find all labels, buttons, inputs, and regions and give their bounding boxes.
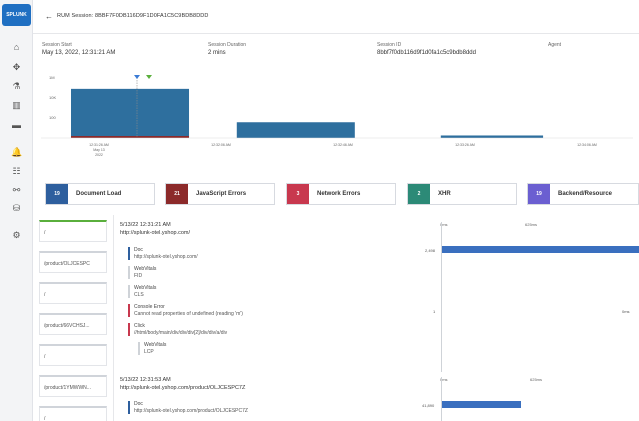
page-list-item[interactable]: / xyxy=(39,344,107,366)
legend-js-errors[interactable]: 21 JavaScript Errors xyxy=(165,183,275,205)
legend-label: JavaScript Errors xyxy=(196,191,247,197)
event-color-bar xyxy=(128,323,130,336)
waterfall-bar[interactable] xyxy=(442,246,639,253)
x-tick-label: 12:32:46 AM xyxy=(333,143,353,147)
y-tick-label: 1M xyxy=(49,75,55,80)
legend-label: Backend/Resource xyxy=(558,191,613,197)
event-console-error[interactable]: Console Error Cannot read properties of … xyxy=(128,304,243,317)
event-click[interactable]: Click //html/body/main/div/div/div[2]/di… xyxy=(128,323,243,336)
bell-icon[interactable]: 🔔 xyxy=(11,147,22,158)
legend-network-errors[interactable]: 3 Network Errors xyxy=(286,183,396,205)
y-tick-label: 10K xyxy=(49,95,56,100)
x-tick-label: 12:34:06 AM xyxy=(577,143,597,147)
waterfall-value: 1 xyxy=(433,309,436,314)
page-list: / /product/OLJCESPC / /product/66VCHSJ..… xyxy=(39,220,107,421)
session-duration: Session Duration 2 mins xyxy=(208,42,247,56)
page-list-item[interactable]: / xyxy=(39,220,107,242)
waterfall-axis: 0ms 625ms xyxy=(440,377,543,382)
legend-count: 2 xyxy=(408,184,430,204)
page-title: RUM Session: 8BBF7F0DB116D9F1D0FA1C5C9BD… xyxy=(57,13,209,19)
timeline-bar[interactable] xyxy=(440,135,544,138)
page-time: 5/13/22 12:31:53 AM xyxy=(120,377,171,383)
grid-icon[interactable]: ☷ xyxy=(11,166,22,177)
column-divider xyxy=(113,215,114,421)
event-webvitals[interactable]: WebVitals FID xyxy=(128,266,243,279)
legend-label: XHR xyxy=(438,191,451,197)
back-button[interactable]: ← xyxy=(45,12,53,21)
legend-count: 21 xyxy=(166,184,188,204)
y-tick-label: 100 xyxy=(49,115,56,120)
timeline-bar[interactable] xyxy=(236,122,355,138)
event-color-bar xyxy=(128,401,130,414)
legend-backend-resource[interactable]: 19 Backend/Resource xyxy=(527,183,639,205)
legend-document-load[interactable]: 19 Document Load xyxy=(45,183,155,205)
x-tick-label: 12:33:26 AM xyxy=(455,143,475,147)
event-list: Doc http://splunk-otel.yshop.com/ WebVit… xyxy=(128,247,243,361)
page-block-header: 5/13/22 12:31:53 AM http://splunk-otel.y… xyxy=(120,377,245,391)
page-list-item[interactable]: / xyxy=(39,406,107,421)
event-doc[interactable]: Doc http://splunk-otel.yshop.com/product… xyxy=(128,401,248,414)
page-list-item[interactable]: / xyxy=(39,282,107,304)
x-tick-label: 2022 xyxy=(95,153,103,157)
legend-count: 3 xyxy=(287,184,309,204)
database-icon[interactable]: ⛁ xyxy=(11,203,22,214)
compass-icon[interactable]: ✥ xyxy=(11,62,22,73)
session-id: Session ID 8bbf7f0db116d9f1d0fa1c5c9bdb8… xyxy=(377,42,476,56)
page-list-item[interactable]: /product/OLJCESPC xyxy=(39,251,107,273)
home-icon[interactable]: ⌂ xyxy=(11,42,22,53)
event-color-bar xyxy=(128,266,130,279)
app-logo[interactable]: SPLUNK xyxy=(2,4,31,26)
event-doc[interactable]: Doc http://splunk-otel.yshop.com/ xyxy=(128,247,243,260)
nav-rail: SPLUNK ⌂ ✥ ⚗ ▥ ▬ 🔔 ☷ ⚯ ⛁ ⚙ xyxy=(0,0,33,421)
building-icon[interactable]: ▥ xyxy=(11,100,22,111)
waterfall-value: 2,498 xyxy=(425,248,436,253)
legend-count: 19 xyxy=(46,184,68,204)
event-color-bar xyxy=(138,342,140,355)
flask-icon[interactable]: ⚗ xyxy=(11,81,22,92)
page-block-header: 5/13/22 12:31:21 AM http://splunk-otel.y… xyxy=(120,222,190,236)
waterfall-value: 0ms xyxy=(622,309,630,314)
x-tick-label: 12:32:06 AM xyxy=(211,143,231,147)
timeline-svg: 1M 10K 100 12:31:26 AMMay 132022 12:32:06 A… xyxy=(41,75,633,157)
event-color-bar xyxy=(128,285,130,298)
page-time: 5/13/22 12:31:21 AM xyxy=(120,222,171,228)
page-url[interactable]: http://splunk-otel.yshop.com/product/OLJ… xyxy=(120,385,245,391)
session-start: Session Start May 13, 2022, 12:31:21 AM xyxy=(42,42,116,56)
waterfall-value: 41,890 xyxy=(422,403,435,408)
cursor-marker[interactable] xyxy=(134,75,140,79)
event-webvitals[interactable]: WebVitals CLS xyxy=(128,285,243,298)
gear-icon[interactable]: ⚙ xyxy=(11,230,22,241)
page-list-item[interactable]: /product/66VCHSJ... xyxy=(39,313,107,335)
legend-count: 19 xyxy=(528,184,550,204)
page-url[interactable]: http://splunk-otel.yshop.com/ xyxy=(120,230,190,236)
session-timeline-chart[interactable]: 1M 10K 100 12:31:26 AM May 13 2022 12:32:06 A… xyxy=(33,70,639,170)
event-list: Doc http://splunk-otel.yshop.com/product… xyxy=(128,401,248,420)
event-color-bar xyxy=(128,247,130,260)
waterfall-bar[interactable] xyxy=(442,401,521,408)
legend-label: Network Errors xyxy=(317,191,361,197)
legend-xhr[interactable]: 2 XHR xyxy=(407,183,517,205)
event-webvitals[interactable]: WebVitals LCP xyxy=(138,342,243,355)
legend-label: Document Load xyxy=(76,191,122,197)
timeline-bar[interactable] xyxy=(71,88,190,138)
waterfall-axis: 0ms 625ms xyxy=(440,222,538,227)
x-tick-label: May 13 xyxy=(93,148,105,152)
waterfall-start-line xyxy=(441,377,442,421)
waterfall-start-line xyxy=(441,222,442,372)
x-tick-label: 12:31:26 AM xyxy=(89,143,109,147)
car-icon[interactable]: ▬ xyxy=(11,120,22,131)
page-list-item[interactable]: /product/1YMWWN... xyxy=(39,375,107,397)
event-color-bar xyxy=(128,304,130,317)
page-header: ← RUM Session: 8BBF7F0DB116D9F1D0FA1C5C9… xyxy=(33,0,639,34)
cursor-marker-green[interactable] xyxy=(146,75,152,79)
session-agent: Agent xyxy=(548,42,562,48)
link-icon[interactable]: ⚯ xyxy=(11,185,22,196)
